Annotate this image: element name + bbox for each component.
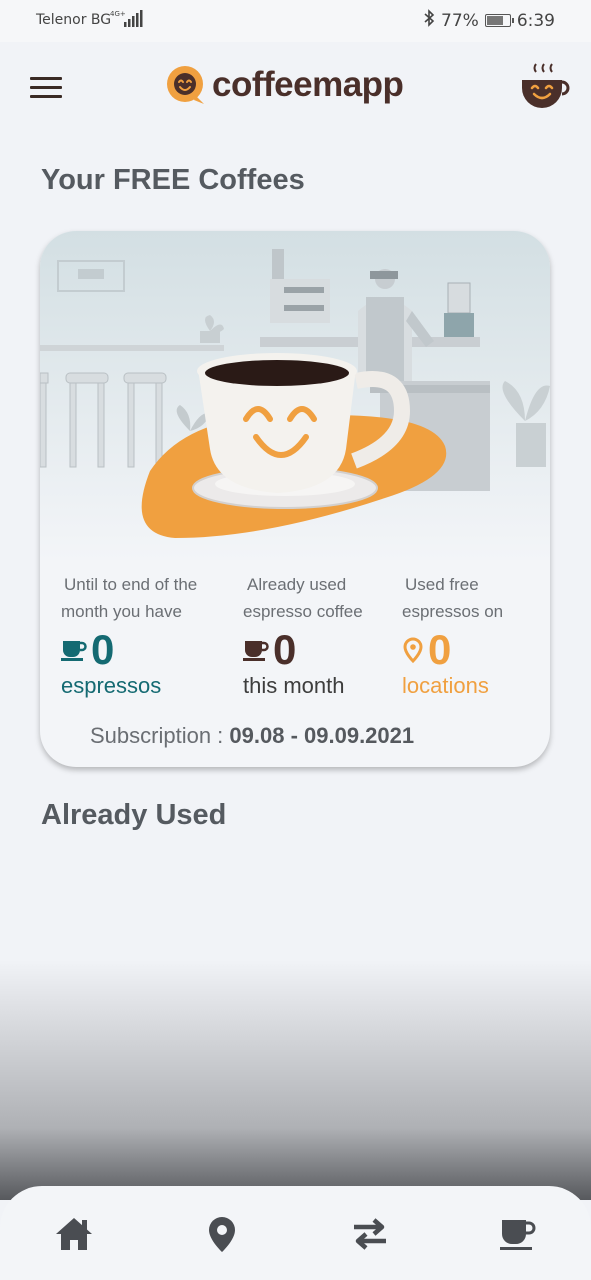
network-type: 4G+ (110, 10, 126, 18)
bottom-shadow (0, 960, 591, 1200)
cafe-illustration (40, 231, 550, 561)
battery-percent: 77% (441, 10, 479, 31)
stat-label: Until to end of the month you have (61, 575, 198, 621)
subscription-info: Subscription : 09.08 - 09.09.2021 (90, 723, 414, 749)
location-pin-icon[interactable] (202, 1214, 242, 1254)
stat-locations: Used free espressos on 0 locations (402, 571, 550, 699)
app-header: coffeemapp (0, 42, 591, 132)
smiling-cup-icon[interactable] (516, 60, 572, 116)
stat-value: 0 (273, 626, 297, 673)
coffee-cup-icon[interactable] (498, 1214, 538, 1254)
signal-icon: 4G+ (110, 8, 144, 34)
transfer-arrows-icon[interactable] (350, 1214, 390, 1254)
home-icon[interactable] (54, 1214, 94, 1254)
subscription-label: Subscription : (90, 723, 230, 748)
stat-used: Already used espresso coffee 0 this mont… (243, 571, 408, 699)
carrier-name: Telenor BG (36, 12, 112, 28)
bluetooth-icon (423, 9, 435, 32)
status-right: 77% 6:39 (423, 9, 555, 32)
stat-remaining: Until to end of the month you have 0 esp… (61, 571, 226, 699)
status-bar: Telenor BG 4G+ 77% 6:39 (0, 0, 591, 42)
coffee-cup-icon (61, 641, 87, 661)
logo-mark-icon (167, 66, 204, 104)
stat-label: Used free espressos on (402, 575, 504, 621)
stat-value: 0 (428, 626, 452, 673)
stat-unit: locations (402, 673, 489, 698)
coffee-cup-icon (243, 641, 269, 661)
app-logo: coffeemapp (166, 64, 404, 106)
stat-unit: this month (243, 673, 345, 698)
free-coffees-card: Until to end of the month you have 0 esp… (40, 231, 550, 767)
app-name: coffeemapp (212, 65, 404, 104)
location-pin-icon (403, 637, 423, 663)
subscription-range: 09.08 - 09.09.2021 (229, 723, 415, 748)
battery-fill (486, 16, 503, 25)
hamburger-menu-icon[interactable] (30, 77, 62, 99)
battery-icon (484, 14, 514, 27)
already-used-title: Already Used (41, 799, 227, 831)
bottom-nav (0, 1186, 591, 1280)
clock: 6:39 (516, 10, 555, 31)
stat-label: Already used espresso coffee (243, 575, 363, 621)
stat-value: 0 (91, 626, 115, 673)
free-coffees-title: Your FREE Coffees (41, 164, 305, 196)
stat-unit: espressos (61, 673, 162, 698)
